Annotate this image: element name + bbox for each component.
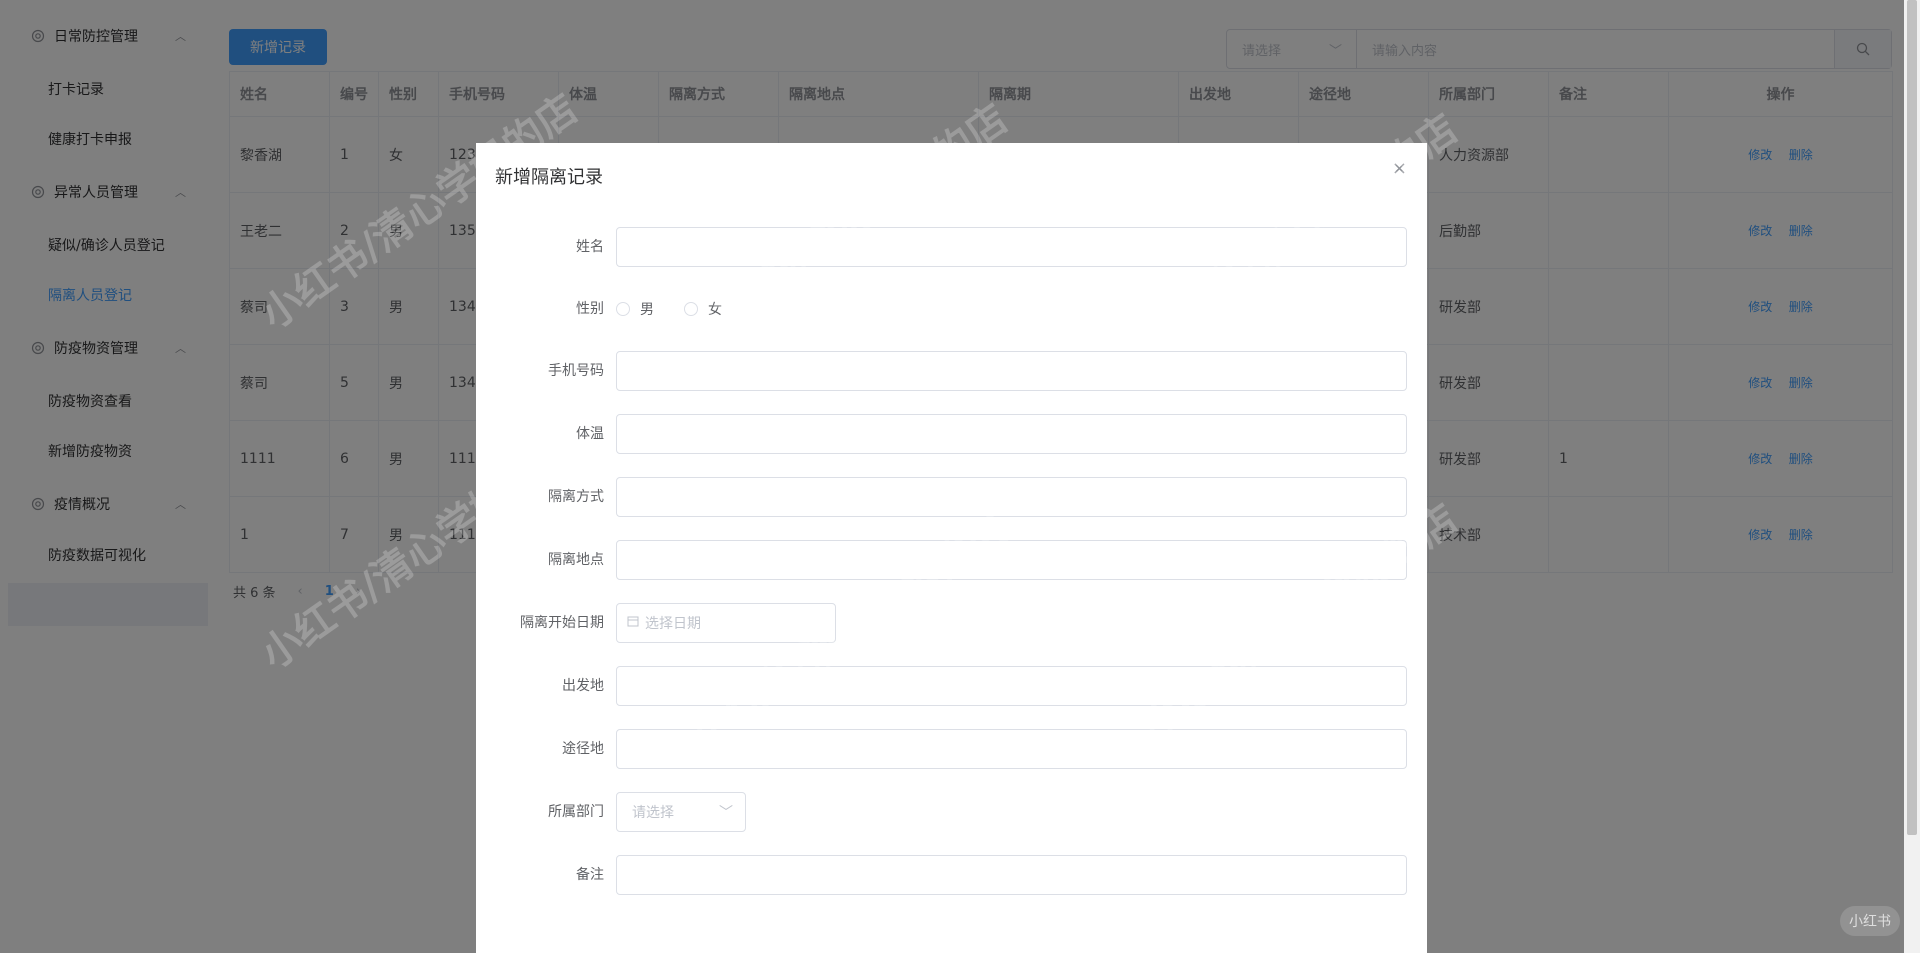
phone-input[interactable]: [616, 351, 1407, 391]
close-icon[interactable]: ×: [1392, 158, 1407, 179]
name-input[interactable]: [616, 227, 1407, 267]
scrollbar-thumb[interactable]: [1907, 0, 1917, 835]
radio-label: 男: [640, 302, 654, 318]
radio-circle: [616, 302, 630, 316]
form-row-route: 途径地: [476, 729, 1427, 769]
form-row-start-date: 隔离开始日期 选择日期: [476, 603, 1427, 643]
form-row-remark: 备注: [476, 855, 1427, 895]
radio-label: 女: [708, 302, 722, 318]
select-placeholder: 请选择: [632, 805, 674, 821]
form-row-phone: 手机号码: [476, 351, 1427, 391]
form-label: 隔离方式: [548, 489, 604, 505]
form-row-department: 所属部门 请选择 ﹀: [476, 792, 1427, 832]
department-select[interactable]: 请选择 ﹀: [616, 792, 746, 832]
form-label: 隔离开始日期: [520, 615, 604, 631]
gender-radio-female[interactable]: 女: [684, 299, 722, 319]
form-label: 手机号码: [548, 363, 604, 379]
calendar-icon: [627, 615, 639, 631]
form-label: 性别: [576, 301, 604, 317]
form-label: 隔离地点: [548, 552, 604, 568]
start-date-picker[interactable]: 选择日期: [616, 603, 836, 643]
departure-input[interactable]: [616, 666, 1407, 706]
dialog-title: 新增隔离记录: [495, 167, 603, 188]
form-row-method: 隔离方式: [476, 477, 1427, 517]
remark-input[interactable]: [616, 855, 1407, 895]
gender-radio-group: 男 女: [616, 289, 752, 329]
form-label: 姓名: [576, 239, 604, 255]
radio-circle: [684, 302, 698, 316]
form-label: 出发地: [562, 678, 604, 694]
chevron-down-icon: ﹀: [719, 805, 733, 821]
form-row-gender: 性别 男 女: [476, 289, 1427, 329]
form-row-name: 姓名: [476, 227, 1427, 267]
form-label: 体温: [576, 426, 604, 442]
add-quarantine-dialog: 新增隔离记录 × 姓名 性别 男 女 手机号码 体温 隔离方式 隔离地点 隔离开…: [476, 143, 1427, 953]
form-label: 备注: [576, 867, 604, 883]
form-label: 所属部门: [548, 804, 604, 820]
corner-watermark-badge: 小红书: [1840, 906, 1900, 936]
form-label: 途径地: [562, 741, 604, 757]
quarantine-method-input[interactable]: [616, 477, 1407, 517]
form-row-temperature: 体温: [476, 414, 1427, 454]
date-placeholder: 选择日期: [645, 616, 701, 632]
route-input[interactable]: [616, 729, 1407, 769]
form-row-departure: 出发地: [476, 666, 1427, 706]
gender-radio-male[interactable]: 男: [616, 299, 654, 319]
form-row-location: 隔离地点: [476, 540, 1427, 580]
temperature-input[interactable]: [616, 414, 1407, 454]
page-scrollbar[interactable]: [1904, 0, 1920, 953]
quarantine-location-input[interactable]: [616, 540, 1407, 580]
